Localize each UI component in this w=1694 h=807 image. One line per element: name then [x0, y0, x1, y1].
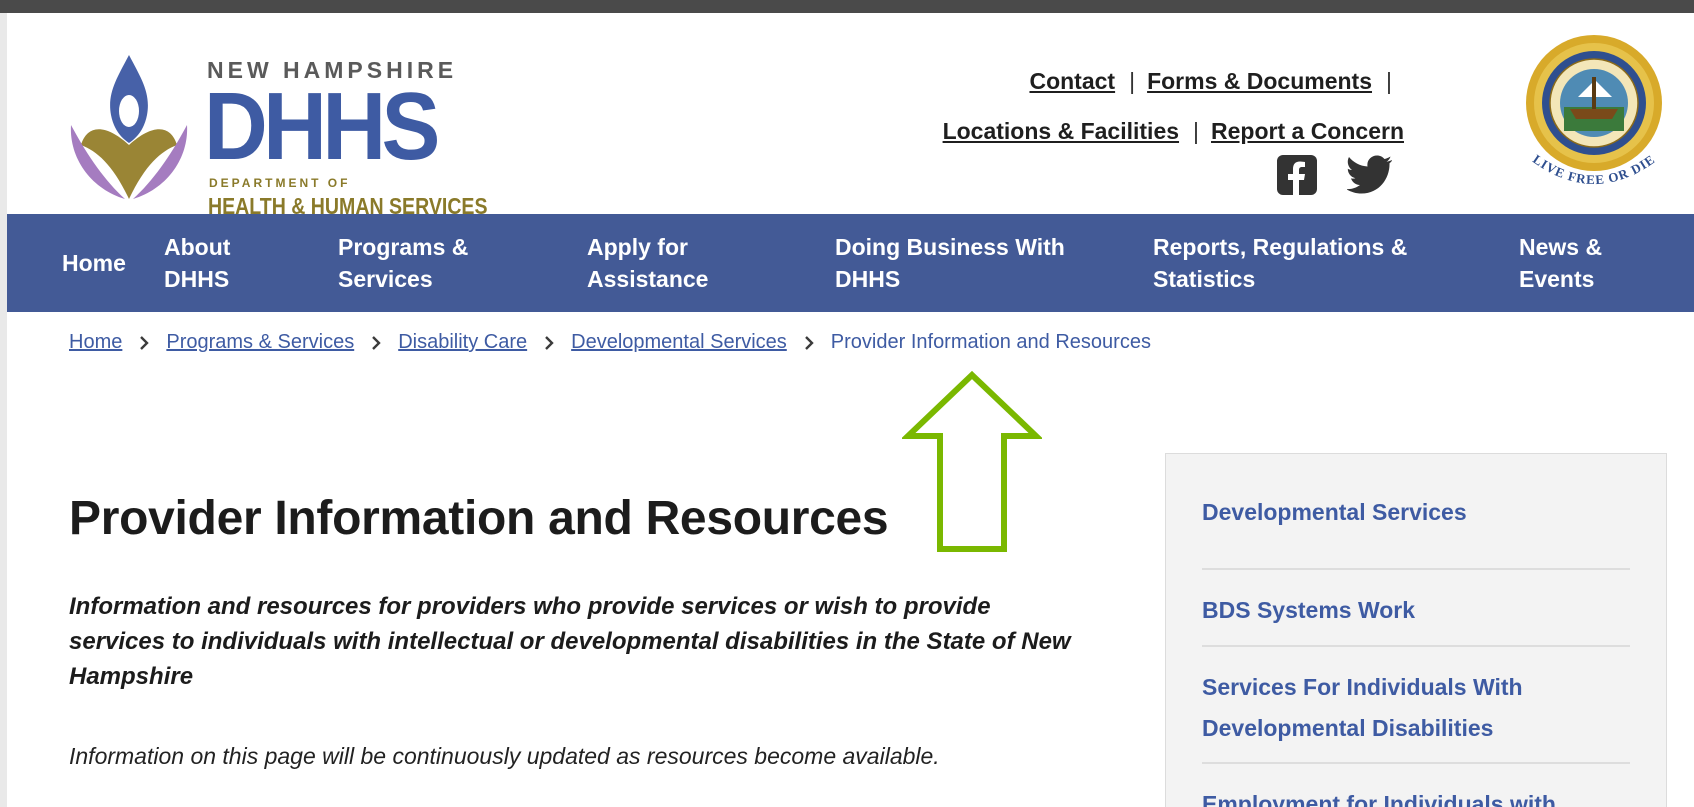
sidebar-divider	[1202, 568, 1630, 570]
chevron-right-icon	[134, 335, 154, 351]
nav-apply-assistance[interactable]: Apply for Assistance	[587, 214, 708, 312]
sidebar-divider	[1202, 645, 1630, 647]
utility-separator: |	[1129, 67, 1136, 94]
nav-news-events[interactable]: News & Events	[1519, 214, 1602, 312]
nav-label-line: Doing Business With	[835, 234, 1065, 260]
nav-label-line: Reports, Regulations &	[1153, 234, 1408, 260]
utility-links: Contact | Forms & Documents | Locations …	[943, 63, 1404, 163]
nav-label-line: Events	[1519, 266, 1595, 292]
nav-reports-regulations[interactable]: Reports, Regulations & Statistics	[1153, 214, 1407, 312]
dhhs-emblem-icon	[70, 55, 188, 199]
nav-label-line: Apply for	[587, 234, 688, 260]
report-concern-link[interactable]: Report a Concern	[1211, 118, 1404, 145]
chevron-right-icon	[366, 335, 386, 351]
logo-wordmark: DHHS	[204, 73, 440, 180]
nav-label-line: DHHS	[164, 266, 230, 292]
utility-row-1: Contact | Forms & Documents |	[943, 63, 1404, 99]
twitter-icon[interactable]	[1347, 155, 1393, 195]
utility-separator: |	[1386, 67, 1392, 94]
utility-separator: |	[1193, 117, 1200, 144]
dhhs-logo[interactable]: NEW HAMPSHIRE DHHS DEPARTMENT OF HEALTH …	[67, 41, 488, 219]
nav-label-line: Statistics	[1153, 266, 1256, 292]
nav-home-label: Home	[62, 250, 126, 276]
breadcrumb-current-page: Provider Information and Resources	[830, 331, 1151, 353]
nav-label-line: Assistance	[587, 266, 709, 292]
sidebar-item-developmental-services[interactable]: Developmental Services	[1202, 492, 1630, 533]
chevron-right-icon	[799, 335, 819, 351]
breadcrumb-home-link[interactable]: Home	[69, 331, 122, 354]
breadcrumb-disability-care-link[interactable]: Disability Care	[398, 331, 527, 354]
browser-top-bar	[0, 0, 1694, 13]
nav-programs-services[interactable]: Programs & Services	[338, 214, 468, 312]
section-sidebar: Developmental Services BDS Systems Work …	[1165, 453, 1667, 807]
contact-link[interactable]: Contact	[1029, 68, 1115, 95]
nh-state-seal-icon[interactable]: LIVE FREE OR DIE	[1519, 31, 1669, 201]
utility-row-2: Locations & Facilities | Report a Concer…	[943, 113, 1404, 149]
nav-about-dhhs[interactable]: About DHHS	[164, 214, 230, 312]
nav-doing-business[interactable]: Doing Business With DHHS	[835, 214, 1065, 312]
social-links	[1277, 155, 1393, 195]
breadcrumb-developmental-services-link[interactable]: Developmental Services	[571, 331, 787, 354]
page-title: Provider Information and Resources	[69, 492, 889, 545]
breadcrumb: Home Programs & Services Disability Care…	[69, 331, 1151, 354]
page: NEW HAMPSHIRE DHHS DEPARTMENT OF HEALTH …	[7, 13, 1694, 807]
logo-dept-line: DEPARTMENT OF	[209, 176, 351, 190]
main-navigation: Home About DHHS Programs & Services Apply …	[7, 214, 1694, 312]
facebook-icon[interactable]	[1277, 155, 1317, 195]
sidebar-item-bds-systems-work[interactable]: BDS Systems Work	[1202, 590, 1630, 631]
chevron-right-icon	[539, 335, 559, 351]
nav-label-line: News &	[1519, 234, 1603, 260]
forms-documents-link[interactable]: Forms & Documents	[1147, 68, 1372, 95]
nav-label-line: About	[164, 234, 231, 260]
nav-label-line: DHHS	[835, 266, 901, 292]
sidebar-divider	[1202, 762, 1630, 764]
locations-facilities-link[interactable]: Locations & Facilities	[943, 118, 1179, 145]
up-arrow-annotation-icon	[902, 371, 1042, 552]
sidebar-item-employment[interactable]: Employment for Individuals with	[1202, 784, 1630, 807]
nav-label-line: Programs &	[338, 234, 469, 260]
update-note: Information on this page will be continu…	[69, 743, 940, 769]
page-intro: Information and resources for providers …	[69, 593, 1071, 690]
sidebar-item-services-individuals[interactable]: Services For Individuals With Developmen…	[1202, 667, 1630, 749]
breadcrumb-programs-link[interactable]: Programs & Services	[166, 331, 354, 354]
nav-home[interactable]: Home	[62, 214, 126, 312]
nav-label-line: Services	[338, 266, 433, 292]
